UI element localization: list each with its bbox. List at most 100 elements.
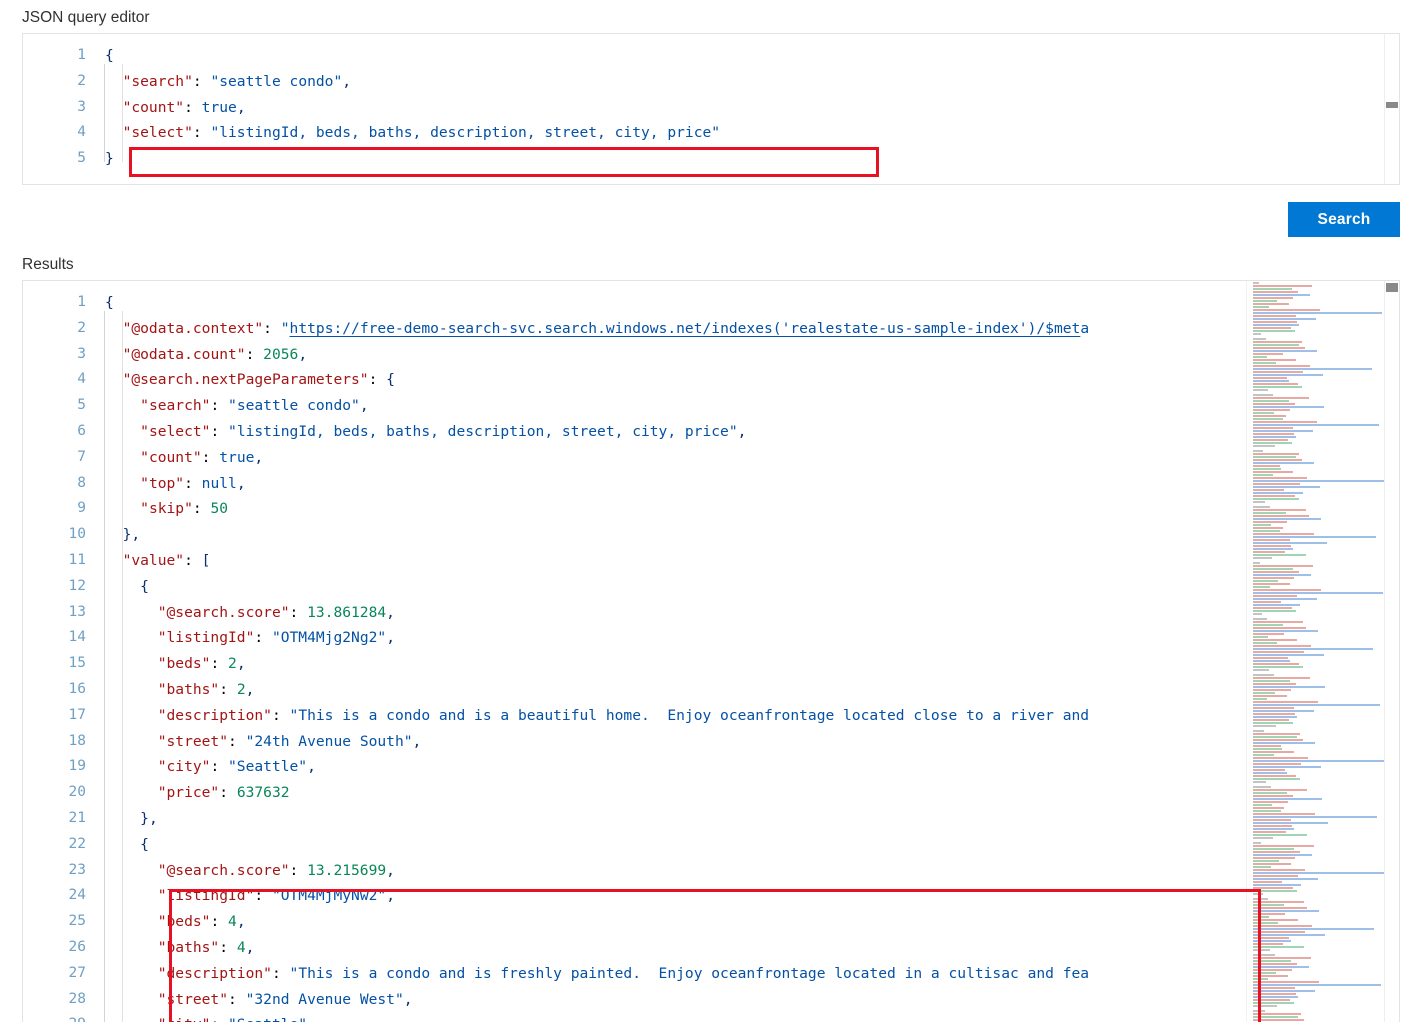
code-token-punct: ,: [342, 72, 352, 90]
code-line[interactable]: "value": [: [99, 548, 1399, 574]
minimap-line: [1253, 377, 1287, 379]
code-line[interactable]: "city": "Seattle",: [99, 754, 1399, 780]
code-token-key: "select": [122, 124, 193, 142]
code-token-punct: {: [386, 371, 395, 389]
minimap-line: [1253, 695, 1287, 697]
json-query-editor[interactable]: 1 2 3 4 5 { "search": "seattle condo", "coun…: [22, 33, 1400, 185]
minimap-line: [1253, 707, 1294, 709]
code-token-sp: [105, 887, 158, 904]
code-line[interactable]: },: [99, 806, 1399, 832]
code-line[interactable]: {: [99, 574, 1399, 600]
code-token-colon: :: [184, 98, 202, 116]
results-line-number-gutter: 1 2 3 4 5 6 7 8 9 10 11 12 13 14 15 16 17 18 19 20 21 22 23 24 2…: [23, 281, 99, 1022]
code-line[interactable]: "street": "24th Avenue South",: [99, 729, 1399, 755]
minimap-line: [1253, 445, 1275, 447]
code-token-key: "@search.nextPageParameters": [122, 371, 369, 389]
minimap-line: [1253, 577, 1294, 579]
code-token-num: 4: [236, 938, 246, 956]
code-line[interactable]: "select": "listingId, beds, baths, descr…: [99, 120, 1399, 146]
code-line[interactable]: "@search.score": 13.215699,: [99, 858, 1399, 884]
results-minimap[interactable]: [1246, 281, 1385, 1022]
minimap-line: [1253, 745, 1281, 747]
minimap-line: [1253, 798, 1322, 800]
code-token-str: a: [1080, 319, 1090, 337]
minimap-line: [1253, 845, 1314, 847]
minimap-line: [1253, 350, 1317, 352]
minimap-line: [1253, 919, 1298, 921]
code-token-num: 13.861284: [307, 603, 387, 621]
search-button[interactable]: Search: [1288, 202, 1400, 237]
code-token-sp: [105, 73, 123, 90]
code-token-key: "value": [122, 551, 185, 569]
odata-context-link[interactable]: https://free-demo-search-svc.search.wind…: [290, 320, 1081, 337]
code-line[interactable]: "city": "Seattle",: [99, 1012, 1399, 1022]
minimap-line: [1253, 288, 1292, 290]
code-line[interactable]: {: [99, 290, 1399, 316]
code-line[interactable]: "price": 637632: [99, 780, 1399, 806]
code-line[interactable]: "baths": 4,: [99, 935, 1399, 961]
minimap-line: [1253, 498, 1299, 500]
minimap-line: [1253, 893, 1263, 895]
json-query-editor-label: JSON query editor: [22, 9, 150, 26]
minimap-line: [1253, 442, 1292, 444]
minimap-line: [1253, 801, 1288, 803]
code-line[interactable]: "description": "This is a condo and is a…: [99, 703, 1399, 729]
minimap-line: [1253, 456, 1296, 458]
results-editor[interactable]: 1 2 3 4 5 6 7 8 9 10 11 12 13 14 15 16 17 18 19 20 21 22 23 24 2…: [22, 280, 1400, 1022]
minimap-line: [1253, 786, 1271, 788]
code-line[interactable]: {: [99, 43, 1399, 69]
code-line[interactable]: "@odata.count": 2056,: [99, 342, 1399, 368]
code-line[interactable]: {: [99, 832, 1399, 858]
code-token-punct: }: [105, 150, 114, 168]
minimap-line: [1253, 291, 1298, 293]
query-scrollbar-thumb[interactable]: [1386, 102, 1398, 108]
code-line[interactable]: "select": "listingId, beds, baths, descr…: [99, 419, 1399, 445]
code-line[interactable]: "description": "This is a condo and is f…: [99, 961, 1399, 987]
query-scroll-rail[interactable]: [1384, 34, 1399, 184]
minimap-line: [1253, 468, 1281, 470]
results-scrollbar-thumb[interactable]: [1386, 283, 1398, 292]
code-line[interactable]: "count": true,: [99, 445, 1399, 471]
line-number: 17: [68, 706, 86, 723]
minimap-line: [1253, 421, 1317, 423]
code-line[interactable]: "street": "32nd Avenue West",: [99, 987, 1399, 1013]
code-line[interactable]: "search": "seattle condo",: [99, 393, 1399, 419]
code-token-colon: :: [368, 371, 387, 389]
minimap-line: [1253, 477, 1307, 479]
code-line[interactable]: "listingId": "OTM4MjMyNw2",: [99, 883, 1399, 909]
code-line[interactable]: "@search.score": 13.861284,: [99, 600, 1399, 626]
code-line[interactable]: "search": "seattle condo",: [99, 69, 1399, 95]
minimap-line: [1253, 807, 1284, 809]
minimap-line: [1253, 795, 1293, 797]
code-line[interactable]: "skip": 50: [99, 496, 1399, 522]
line-number: 4: [77, 371, 86, 388]
code-line[interactable]: }: [99, 146, 1399, 172]
code-line[interactable]: "@odata.context": "https://free-demo-sea…: [99, 316, 1399, 342]
minimap-line: [1253, 878, 1318, 880]
minimap-line: [1253, 928, 1374, 930]
minimap-line: [1253, 371, 1303, 373]
minimap-line: [1253, 589, 1321, 591]
code-line[interactable]: "beds": 4,: [99, 909, 1399, 935]
code-line[interactable]: "top": null,: [99, 471, 1399, 497]
minimap-line: [1253, 418, 1283, 420]
code-token-sp: [105, 124, 123, 141]
query-code-area[interactable]: { "search": "seattle condo", "count": tr…: [99, 34, 1399, 184]
code-line[interactable]: "listingId": "OTM4Mjg2Ng2",: [99, 625, 1399, 651]
results-scroll-rail[interactable]: [1384, 281, 1399, 1022]
code-line[interactable]: "beds": 2,: [99, 651, 1399, 677]
code-token-str: "32nd Avenue West": [245, 990, 404, 1008]
minimap-line: [1253, 562, 1260, 564]
minimap-line: [1253, 957, 1311, 959]
code-token-colon: :: [271, 706, 290, 724]
code-line[interactable]: },: [99, 522, 1399, 548]
minimap-line: [1253, 680, 1290, 682]
minimap-record-block: [1247, 617, 1385, 673]
code-line[interactable]: "count": true,: [99, 95, 1399, 121]
code-line[interactable]: "baths": 2,: [99, 677, 1399, 703]
code-line[interactable]: "@search.nextPageParameters": {: [99, 367, 1399, 393]
results-code-area[interactable]: { "@odata.context": "https://free-demo-s…: [99, 281, 1399, 1022]
code-token-bool: true: [219, 448, 255, 466]
code-token-colon: :: [289, 603, 308, 621]
minimap-line: [1253, 730, 1264, 732]
